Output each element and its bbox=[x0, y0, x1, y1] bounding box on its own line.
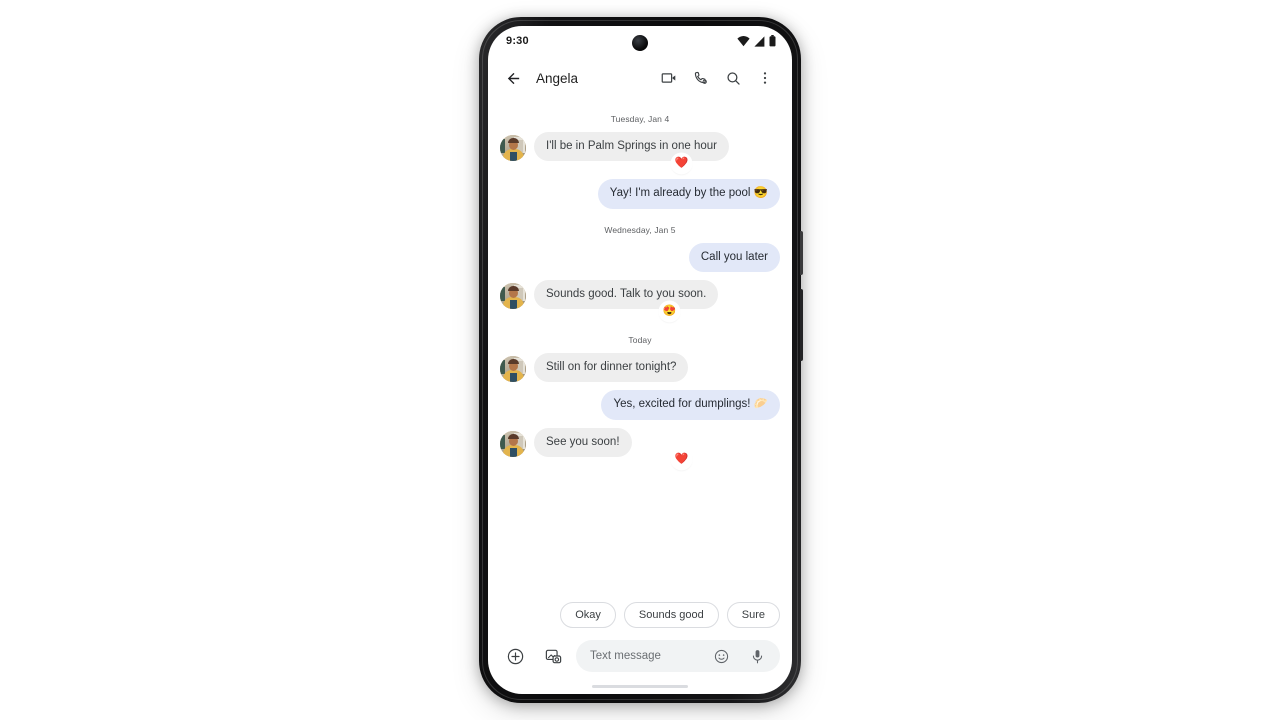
cellular-signal-icon bbox=[754, 35, 765, 47]
home-indicator-bar bbox=[592, 684, 688, 688]
wifi-icon bbox=[737, 35, 750, 47]
date-separator: Today bbox=[628, 335, 652, 346]
status-bar: 9:30 bbox=[488, 26, 792, 56]
power-button[interactable] bbox=[800, 231, 803, 275]
microphone-icon[interactable] bbox=[742, 641, 772, 671]
outgoing-message-bubble[interactable]: Call you later bbox=[688, 242, 780, 272]
message-reaction-row: ❤️ bbox=[500, 154, 780, 174]
volume-button[interactable] bbox=[800, 289, 803, 361]
status-icons bbox=[737, 35, 776, 47]
suggested-replies: Okay Sounds good Sure bbox=[488, 592, 792, 636]
message-row: Yes, excited for dumplings! 🥟 bbox=[500, 390, 780, 420]
incoming-message-bubble[interactable]: Still on for dinner tonight? bbox=[534, 353, 689, 383]
message-input-container[interactable]: Text message bbox=[576, 640, 780, 672]
video-call-button[interactable] bbox=[654, 63, 684, 93]
message-row: Still on for dinner tonight? bbox=[500, 353, 780, 383]
front-camera-punch-hole bbox=[632, 35, 648, 51]
contact-name[interactable]: Angela bbox=[536, 71, 578, 86]
reaction-badge[interactable]: 😍 bbox=[660, 302, 679, 322]
message-row: Yay! I'm already by the pool 😎 bbox=[500, 179, 780, 209]
emoji-smiley-icon[interactable] bbox=[706, 641, 736, 671]
message-row: Call you later bbox=[500, 242, 780, 272]
screenshot-stage: 9:30 Angela Tuesday, Jan 4 I'll be in Pa… bbox=[0, 0, 1280, 720]
message-reaction-row: ❤️ bbox=[500, 449, 780, 469]
search-button[interactable] bbox=[718, 63, 748, 93]
suggested-reply-chip[interactable]: Okay bbox=[560, 602, 616, 628]
phone-screen: 9:30 Angela Tuesday, Jan 4 I'll be in Pa… bbox=[488, 26, 792, 694]
reaction-badge[interactable]: ❤️ bbox=[672, 154, 691, 174]
battery-icon bbox=[769, 35, 776, 47]
date-separator: Wednesday, Jan 5 bbox=[604, 224, 676, 235]
suggested-reply-chip[interactable]: Sure bbox=[726, 602, 780, 628]
message-thread[interactable]: Tuesday, Jan 4 I'll be in Palm Springs in… bbox=[488, 100, 792, 592]
image-camera-icon[interactable] bbox=[538, 641, 568, 671]
suggested-reply-chip[interactable]: Sounds good bbox=[623, 602, 719, 628]
more-options-button[interactable] bbox=[750, 63, 780, 93]
app-bar: Angela bbox=[488, 56, 792, 100]
status-time: 9:30 bbox=[506, 35, 529, 47]
phone-frame: 9:30 Angela Tuesday, Jan 4 I'll be in Pa… bbox=[479, 17, 803, 703]
reaction-badge[interactable]: ❤️ bbox=[672, 449, 691, 469]
outgoing-message-bubble[interactable]: Yay! I'm already by the pool 😎 bbox=[597, 179, 780, 209]
message-reaction-row: 😍 bbox=[500, 302, 780, 322]
message-input[interactable]: Text message bbox=[590, 650, 700, 662]
home-indicator bbox=[488, 678, 792, 694]
compose-bar: Text message bbox=[488, 636, 792, 678]
avatar[interactable] bbox=[500, 356, 526, 383]
plus-circle-icon[interactable] bbox=[500, 641, 530, 671]
outgoing-message-bubble[interactable]: Yes, excited for dumplings! 🥟 bbox=[601, 390, 780, 420]
date-separator: Tuesday, Jan 4 bbox=[610, 114, 670, 124]
back-button[interactable] bbox=[498, 63, 528, 93]
voice-call-button[interactable] bbox=[686, 63, 716, 93]
